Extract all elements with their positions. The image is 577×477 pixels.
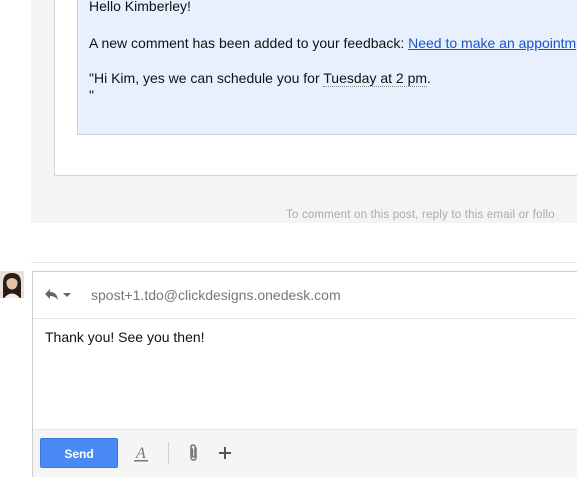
- reply-body-input[interactable]: Thank you! See you then!: [45, 329, 205, 345]
- divider: [31, 262, 577, 263]
- quote-close: ": [89, 87, 94, 103]
- paperclip-icon: [190, 444, 197, 461]
- attach-button[interactable]: [183, 442, 205, 464]
- comment-notice: A new comment has been added to your fee…: [89, 35, 576, 51]
- compose-toolbar: Send A: [33, 429, 577, 477]
- avatar-image: [0, 271, 24, 298]
- plus-icon: [219, 447, 231, 459]
- reply-to-address[interactable]: spost+1.tdo@clickdesigns.onedesk.com: [91, 287, 341, 303]
- avatar: [0, 271, 24, 298]
- comment-notice-text: A new comment has been added to your fee…: [89, 35, 409, 51]
- quote-suffix: .: [427, 70, 431, 86]
- feedback-link[interactable]: Need to make an appointm: [408, 35, 576, 51]
- more-options-button[interactable]: [214, 442, 236, 464]
- notification-body: [77, 0, 577, 135]
- comment-quote: "Hi Kim, yes we can schedule you for Tue…: [89, 70, 431, 87]
- reply-type-dropdown[interactable]: [43, 286, 73, 304]
- reply-arrow-icon: [45, 289, 71, 300]
- formatting-button[interactable]: A: [131, 442, 153, 464]
- reply-header: spost+1.tdo@clickdesigns.onedesk.com: [33, 272, 577, 319]
- greeting-text: Hello Kimberley!: [89, 0, 191, 14]
- footer-note: To comment on this post, reply to this e…: [286, 209, 555, 221]
- reply-compose-box: spost+1.tdo@clickdesigns.onedesk.com Tha…: [32, 271, 577, 477]
- toolbar-separator: [168, 442, 169, 464]
- svg-text:A: A: [135, 445, 146, 462]
- quote-text: "Hi Kim, yes we can schedule you for: [89, 70, 324, 86]
- send-button[interactable]: Send: [40, 438, 118, 468]
- quote-date: Tuesday at 2 pm: [323, 70, 428, 87]
- text-format-icon: A: [134, 445, 148, 462]
